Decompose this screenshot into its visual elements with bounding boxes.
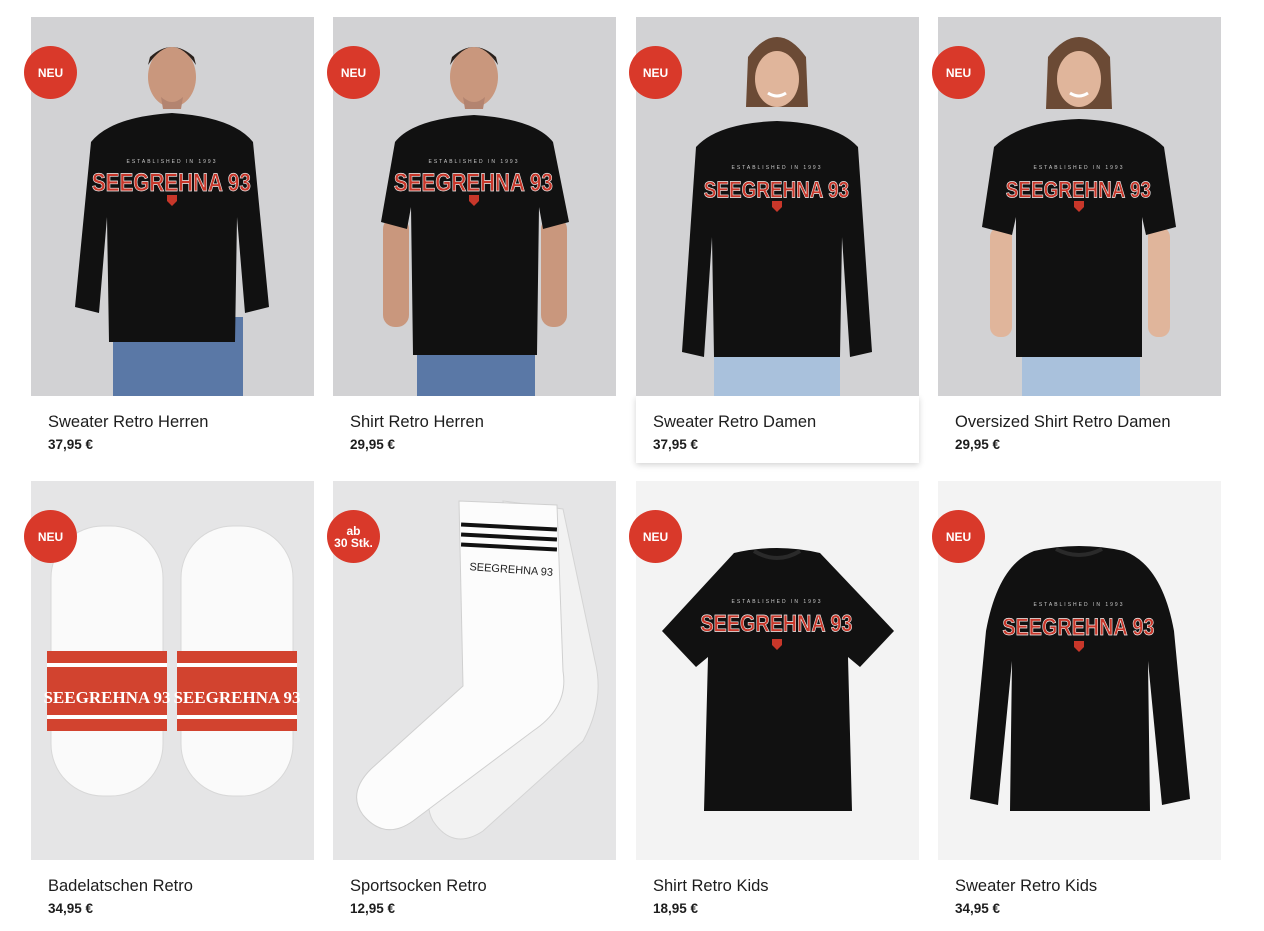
quantity-badge-line2: 30 Stk.	[334, 535, 373, 550]
product-name[interactable]: Shirt Retro Kids	[653, 876, 902, 896]
new-badge: NEU	[24, 46, 77, 99]
new-badge: NEU	[932, 46, 985, 99]
product-price: 12,95 €	[350, 901, 396, 916]
new-badge: NEU	[629, 510, 682, 563]
print-brand: SEEGREHNA 93	[394, 168, 553, 196]
product-price: 37,95 €	[653, 437, 699, 452]
new-badge: NEU	[24, 510, 77, 563]
new-badge: NEU	[932, 510, 985, 563]
print-brand: SEEGREHNA 93	[92, 168, 251, 196]
product-price: 29,95 €	[350, 437, 396, 452]
product-price: 18,95 €	[653, 901, 699, 916]
product-name[interactable]: Badelatschen Retro	[48, 876, 297, 896]
quantity-badge: ab 30 Stk.	[327, 510, 380, 563]
product-price: 29,95 €	[955, 437, 1001, 452]
product-name[interactable]: Shirt Retro Herren	[350, 412, 599, 432]
slipper-print-right: SEEGREHNA 93	[173, 688, 300, 707]
quantity-badge-line1: ab	[346, 523, 361, 538]
print-brand: SEEGREHNA 93	[700, 610, 852, 637]
product-name[interactable]: Sweater Retro Kids	[955, 876, 1204, 896]
new-badge: NEU	[629, 46, 682, 99]
slipper-print-left: SEEGREHNA 93	[43, 688, 170, 707]
print-brand: SEEGREHNA 93	[704, 178, 849, 203]
new-badge: NEU	[327, 46, 380, 99]
product-name[interactable]: Sportsocken Retro	[350, 876, 599, 896]
print-tagline: ESTABLISHED IN 1993	[1034, 602, 1125, 608]
print-brand: SEEGREHNA 93	[1002, 613, 1154, 640]
print-tagline: ESTABLISHED IN 1993	[127, 159, 218, 165]
print-tagline: ESTABLISHED IN 1993	[429, 159, 520, 165]
product-price: 37,95 €	[48, 437, 94, 452]
product-price: 34,95 €	[48, 901, 94, 916]
print-tagline: ESTABLISHED IN 1993	[732, 165, 823, 171]
product-name[interactable]: Sweater Retro Damen	[653, 412, 902, 432]
product-name[interactable]: Oversized Shirt Retro Damen	[955, 412, 1204, 432]
product-name[interactable]: Sweater Retro Herren	[48, 412, 297, 432]
print-tagline: ESTABLISHED IN 1993	[1034, 165, 1125, 171]
print-brand: SEEGREHNA 93	[1006, 178, 1151, 203]
print-tagline: ESTABLISHED IN 1993	[732, 599, 823, 605]
product-price: 34,95 €	[955, 901, 1001, 916]
